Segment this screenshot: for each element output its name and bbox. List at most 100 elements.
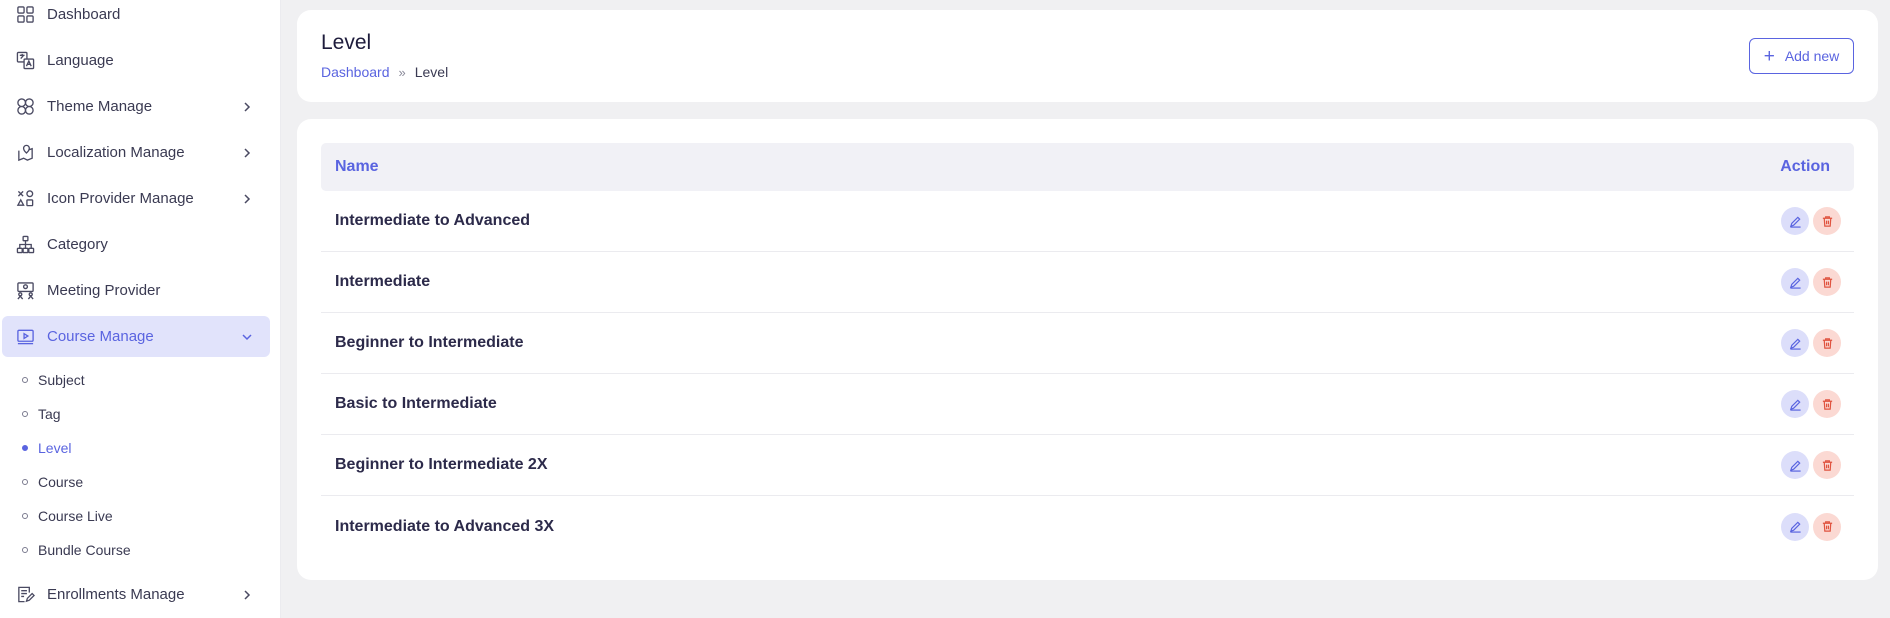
translate-icon <box>15 51 35 71</box>
chevron-right-icon <box>240 100 254 114</box>
sidebar-item-category[interactable]: Category <box>2 224 270 265</box>
table-row: Intermediate to Advanced 3X <box>321 496 1854 557</box>
sidebar: Dashboard Language Theme Manage Localiza… <box>0 0 281 618</box>
pencil-icon <box>1789 521 1801 533</box>
bullet-icon <box>22 479 28 485</box>
edit-button[interactable] <box>1781 207 1809 235</box>
document-edit-icon <box>15 585 35 605</box>
row-actions <box>1781 451 1841 479</box>
delete-button[interactable] <box>1813 390 1841 418</box>
sidebar-item-label: Localization Manage <box>47 144 185 161</box>
breadcrumb: Dashboard » Level <box>321 64 448 80</box>
levels-table-card: Name Action Intermediate to Advanced Int… <box>297 119 1878 580</box>
video-icon <box>15 327 35 347</box>
table-row: Beginner to Intermediate <box>321 313 1854 374</box>
pencil-icon <box>1789 276 1801 289</box>
sidebar-item-localization-manage[interactable]: Localization Manage <box>2 132 270 173</box>
submenu-item-label: Subject <box>38 372 85 388</box>
chevron-down-icon <box>240 330 254 344</box>
level-name: Intermediate to Advanced <box>335 212 531 229</box>
breadcrumb-current: Level <box>414 64 449 80</box>
edit-button[interactable] <box>1781 329 1809 357</box>
sidebar-item-label: Course Manage <box>47 328 154 345</box>
level-name: Basic to Intermediate <box>335 395 497 412</box>
sidebar-item-label: Icon Provider Manage <box>47 190 194 207</box>
submenu-item-label: Bundle Course <box>38 542 131 558</box>
sidebar-item-label: Meeting Provider <box>47 282 161 299</box>
table-row: Beginner to Intermediate 2X <box>321 435 1854 496</box>
sidebar-item-icon-provider-manage[interactable]: Icon Provider Manage <box>2 178 270 219</box>
sidebar-item-label: Dashboard <box>47 6 121 23</box>
bullet-icon <box>22 377 28 383</box>
edit-button[interactable] <box>1781 390 1809 418</box>
pencil-icon <box>1789 337 1801 350</box>
sidebar-item-course-manage[interactable]: Course Manage <box>2 316 270 357</box>
column-header-action: Action <box>1780 158 1830 175</box>
chevron-right-icon <box>240 588 254 602</box>
submenu-item-label: Course Live <box>38 508 113 524</box>
edit-button[interactable] <box>1781 512 1809 541</box>
sidebar-item-label: Enrollments Manage <box>47 586 185 603</box>
levels-table: Name Action Intermediate to Advanced Int… <box>321 143 1854 557</box>
trash-icon <box>1822 276 1832 288</box>
table-row: Intermediate to Advanced <box>321 191 1854 252</box>
pencil-icon <box>1789 215 1801 228</box>
meeting-icon <box>15 281 35 301</box>
level-name: Intermediate <box>335 273 431 290</box>
map-pin-icon <box>15 143 35 163</box>
delete-button[interactable] <box>1813 329 1841 357</box>
row-actions <box>1781 207 1841 235</box>
level-name: Beginner to Intermediate 2X <box>335 456 548 473</box>
bullet-icon <box>22 513 28 519</box>
delete-button[interactable] <box>1813 207 1841 235</box>
bullet-icon <box>22 547 28 553</box>
bullet-icon <box>22 445 28 451</box>
edit-button[interactable] <box>1781 451 1809 479</box>
row-actions <box>1781 329 1841 357</box>
pencil-icon <box>1789 398 1801 411</box>
shapes-icon <box>15 189 35 209</box>
sidebar-item-meeting-provider[interactable]: Meeting Provider <box>2 270 270 311</box>
trash-icon <box>1822 398 1832 410</box>
submenu-item-course[interactable]: Course <box>22 470 83 494</box>
edit-button[interactable] <box>1781 268 1809 296</box>
submenu-item-bundle-course[interactable]: Bundle Course <box>22 538 131 562</box>
submenu-item-level[interactable]: Level <box>22 436 71 460</box>
submenu-item-tag[interactable]: Tag <box>22 402 61 426</box>
submenu-item-subject[interactable]: Subject <box>22 368 85 392</box>
trash-icon <box>1822 215 1832 227</box>
delete-button[interactable] <box>1813 451 1841 479</box>
breadcrumb-separator: » <box>398 64 406 80</box>
submenu-item-course-live[interactable]: Course Live <box>22 504 113 528</box>
theme-icon <box>15 97 35 117</box>
bullet-icon <box>22 411 28 417</box>
trash-icon <box>1822 337 1832 349</box>
sidebar-item-language[interactable]: Language <box>2 40 270 81</box>
submenu-item-label: Tag <box>38 406 61 422</box>
add-new-button[interactable]: + Add new <box>1749 38 1854 74</box>
sidebar-item-dashboard[interactable]: Dashboard <box>2 0 270 35</box>
page-title: Level <box>321 31 372 54</box>
delete-button[interactable] <box>1813 268 1841 296</box>
add-new-label: Add new <box>1784 48 1840 64</box>
level-name: Intermediate to Advanced 3X <box>335 517 555 535</box>
plus-icon: + <box>1763 45 1775 67</box>
sidebar-item-label: Theme Manage <box>47 98 153 115</box>
sidebar-item-enrollments-manage[interactable]: Enrollments Manage <box>2 574 270 615</box>
row-actions <box>1781 390 1841 418</box>
delete-button[interactable] <box>1813 512 1841 541</box>
table-row: Intermediate <box>321 252 1854 313</box>
row-actions <box>1781 512 1841 541</box>
page-header: Level Dashboard » Level + Add new <box>297 10 1878 102</box>
trash-icon <box>1822 459 1832 471</box>
sidebar-item-theme-manage[interactable]: Theme Manage <box>2 86 270 127</box>
chevron-right-icon <box>240 146 254 160</box>
submenu-item-label: Level <box>38 440 72 456</box>
submenu-item-label: Course <box>38 474 84 490</box>
pencil-icon <box>1789 459 1801 472</box>
chevron-right-icon <box>240 192 254 206</box>
breadcrumb-dashboard-link[interactable]: Dashboard <box>321 64 390 80</box>
table-row: Basic to Intermediate <box>321 374 1854 435</box>
column-header-name: Name <box>335 158 379 175</box>
trash-icon <box>1822 521 1832 532</box>
